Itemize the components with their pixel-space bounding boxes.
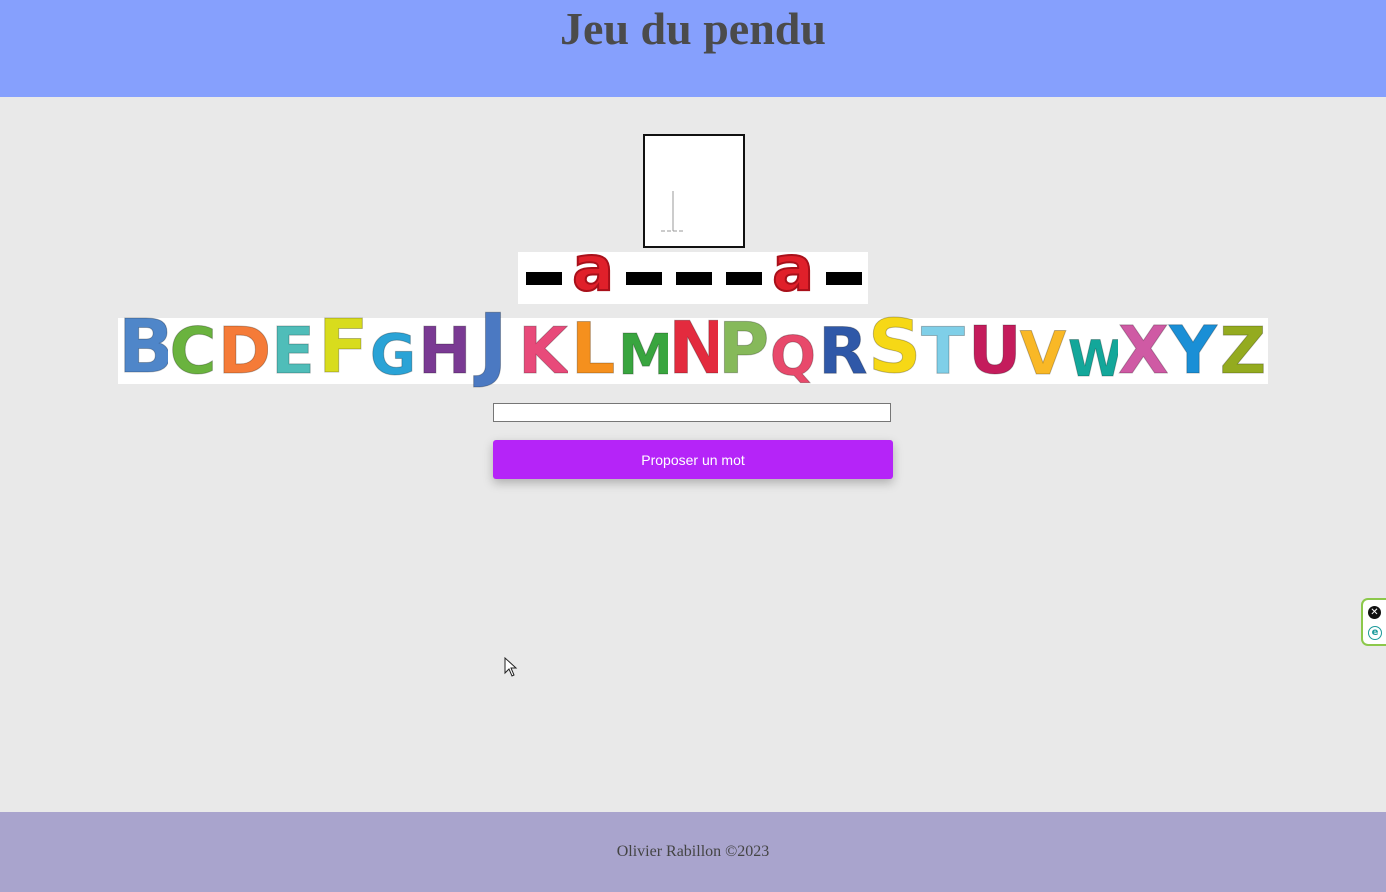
revealed-letter: a: [571, 232, 615, 305]
letter-button-n[interactable]: N: [668, 312, 729, 385]
word-letter-hidden: [668, 252, 718, 304]
letter-glyph: S: [868, 304, 922, 390]
letter-placeholder-dash: [826, 272, 862, 285]
letter-button-l[interactable]: L: [568, 314, 618, 385]
letter-glyph: D: [218, 315, 272, 389]
letter-glyph: Z: [1219, 315, 1267, 389]
letter-glyph: L: [570, 308, 616, 390]
letter-glyph: E: [271, 315, 316, 389]
side-widget: ✕ e: [1361, 598, 1386, 646]
word-letter-hidden: [818, 252, 868, 304]
letter-glyph: G: [370, 323, 417, 388]
letter-glyph: W: [1068, 330, 1124, 388]
letter-glyph: M: [618, 323, 675, 388]
letter-glyph: C: [169, 315, 217, 389]
mouse-cursor-icon: [504, 657, 518, 677]
letter-button-s[interactable]: S: [868, 310, 922, 385]
letter-glyph: Y: [1169, 312, 1218, 389]
letter-glyph: U: [968, 312, 1023, 389]
letter-placeholder-dash: [526, 272, 562, 285]
letter-button-e[interactable]: E: [268, 315, 318, 389]
letter-button-m[interactable]: M: [618, 318, 675, 388]
letter-glyph: K: [518, 315, 569, 389]
letter-button-r[interactable]: R: [818, 315, 868, 389]
letter-button-c[interactable]: C: [168, 315, 218, 389]
footer-text: Olivier Rabillon ©2023: [616, 843, 770, 860]
letter-placeholder-dash: [676, 272, 712, 285]
letter-glyph: R: [818, 315, 868, 389]
letter-button-z[interactable]: Z: [1218, 315, 1268, 389]
extension-logo-icon[interactable]: e: [1368, 626, 1382, 640]
propose-word-button[interactable]: Proposer un mot: [493, 440, 893, 479]
letter-keyboard: BCDEFGHJKLMNPQRSTUVWXYZ: [118, 303, 1268, 389]
letter-button-x[interactable]: X: [1118, 312, 1170, 389]
letter-glyph: H: [418, 315, 473, 389]
word-guess-input[interactable]: [493, 403, 891, 422]
letter-glyph: T: [921, 315, 966, 389]
revealed-letter: a: [771, 232, 815, 305]
letter-button-w[interactable]: W: [1068, 318, 1124, 388]
letter-placeholder-dash: [726, 272, 762, 285]
letter-button-d[interactable]: D: [218, 315, 272, 389]
letter-button-p[interactable]: P: [718, 314, 770, 385]
word-letter-revealed: a: [768, 237, 818, 304]
letter-placeholder-dash: [626, 272, 662, 285]
letter-glyph: P: [718, 308, 770, 390]
word-letter-hidden: [518, 252, 568, 304]
letter-button-f[interactable]: F: [318, 310, 370, 385]
word-display: aa: [518, 237, 868, 304]
letter-glyph: F: [318, 304, 370, 390]
page-header: Jeu du pendu: [0, 0, 1386, 97]
letter-glyph: B: [118, 304, 175, 390]
page-footer: Olivier Rabillon ©2023: [0, 812, 1386, 892]
letter-glyph: V: [1019, 319, 1067, 389]
page-title: Jeu du pendu: [560, 3, 826, 54]
letter-button-j[interactable]: J: [468, 303, 518, 384]
word-letter-revealed: a: [568, 237, 618, 304]
letter-button-b[interactable]: B: [118, 310, 175, 385]
hangman-drawing: [643, 134, 745, 248]
letter-button-y[interactable]: Y: [1168, 312, 1218, 389]
letter-button-u[interactable]: U: [968, 312, 1023, 389]
letter-button-k[interactable]: K: [518, 315, 569, 389]
letter-glyph: X: [1118, 312, 1170, 389]
letter-button-g[interactable]: G: [368, 318, 418, 384]
word-letter-hidden: [718, 252, 768, 304]
letter-button-h[interactable]: H: [418, 315, 473, 389]
letter-glyph: N: [668, 306, 729, 390]
word-letter-hidden: [618, 252, 668, 304]
letter-button-v[interactable]: V: [1018, 318, 1068, 389]
letter-button-q[interactable]: Q: [768, 318, 818, 384]
letter-glyph: J: [478, 297, 509, 390]
close-icon[interactable]: ✕: [1368, 606, 1381, 619]
letter-glyph: Q: [770, 325, 817, 388]
gallows-base: [661, 191, 685, 232]
letter-button-t[interactable]: T: [918, 315, 968, 389]
